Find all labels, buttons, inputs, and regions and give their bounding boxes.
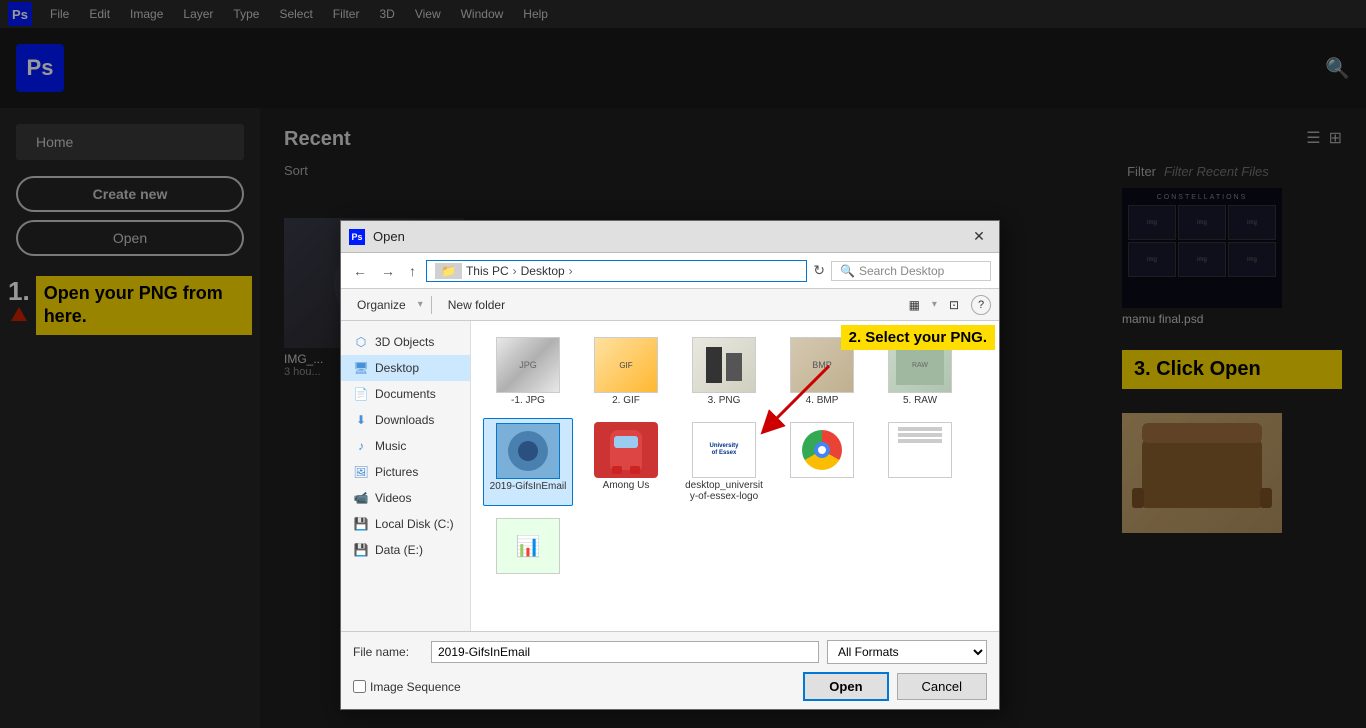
organize-button[interactable]: Organize — [349, 295, 414, 315]
files-grid: JPG -1. JPG GIF 2. GIF — [479, 329, 991, 582]
downloads-icon: ⬇ — [353, 412, 369, 428]
folder-icon: 📁 — [441, 264, 456, 278]
nav-downloads[interactable]: ⬇ Downloads — [341, 407, 470, 433]
dialog-nav: ⬡ 3D Objects 🖥 Desktop 📄 Documents ⬇ Dow… — [341, 321, 471, 631]
file-jpg[interactable]: JPG -1. JPG — [483, 333, 573, 410]
nav-music[interactable]: ♪ Music — [341, 433, 470, 459]
nav-videos-label: Videos — [375, 491, 411, 505]
file-among-us-name: Among Us — [603, 480, 650, 491]
path-this-pc: This PC — [466, 264, 509, 278]
view-mode-button1[interactable]: ▦ — [901, 295, 928, 315]
view-mode-button2[interactable]: ⊡ — [941, 295, 967, 315]
nav-3d-label: 3D Objects — [375, 335, 434, 349]
up-button[interactable]: ↑ — [405, 261, 420, 281]
nav-local-disk[interactable]: 💾 Local Disk (C:) — [341, 511, 470, 537]
file-jpg-name: -1. JPG — [511, 395, 545, 406]
nav-pictures[interactable]: 🖼 Pictures — [341, 459, 470, 485]
filename-input[interactable] — [431, 641, 819, 663]
file-gif-name: 2. GIF — [612, 395, 640, 406]
image-sequence-check[interactable]: Image Sequence — [353, 680, 461, 694]
file-essex[interactable]: Universityof Essex desktop_university-of… — [679, 418, 769, 506]
instruction2-arrow — [759, 361, 839, 441]
essex-icon: Universityof Essex — [692, 422, 756, 478]
file-gif[interactable]: GIF 2. GIF — [581, 333, 671, 410]
filename-row: File name: All Formats — [353, 640, 987, 664]
jpg-icon: JPG — [496, 337, 560, 393]
local-disk-icon: 💾 — [353, 516, 369, 532]
nav-3d-objects[interactable]: ⬡ 3D Objects — [341, 329, 470, 355]
file-gifs-email[interactable]: 2019-GifsInEmail — [483, 418, 573, 506]
organize-chevron: ▾ — [418, 299, 423, 310]
among-us-icon — [594, 422, 658, 478]
nav-documents[interactable]: 📄 Documents — [341, 381, 470, 407]
search-placeholder: Search Desktop — [859, 264, 944, 278]
gifs-email-icon — [496, 423, 560, 479]
address-path[interactable]: 📁 This PC › Desktop › — [426, 260, 807, 282]
dialog-titlebar: Ps Open ✕ — [341, 221, 999, 253]
dialog-cancel-button[interactable]: Cancel — [897, 673, 987, 700]
doc-icon — [888, 422, 952, 478]
nav-videos[interactable]: 📹 Videos — [341, 485, 470, 511]
dialog-title: Open — [373, 229, 967, 244]
dialog-bottom: File name: All Formats Image Sequence Op… — [341, 631, 999, 709]
documents-icon: 📄 — [353, 386, 369, 402]
file-among-us[interactable]: Among Us — [581, 418, 671, 506]
dialog-close-button[interactable]: ✕ — [967, 225, 991, 249]
data-e-icon: 💾 — [353, 542, 369, 558]
nav-music-label: Music — [375, 439, 406, 453]
png-icon — [692, 337, 756, 393]
nav-desktop[interactable]: 🖥 Desktop — [341, 355, 470, 381]
3d-icon: ⬡ — [353, 334, 369, 350]
dialog-files: 2. Select your PNG. JPG -1. JPG — [471, 321, 999, 631]
path-desktop: Desktop — [521, 264, 565, 278]
address-path-icon: 📁 — [435, 263, 462, 279]
pictures-icon: 🖼 — [353, 464, 369, 480]
instruction2-text: 2. Select your PNG. — [841, 325, 995, 350]
nav-documents-label: Documents — [375, 387, 436, 401]
music-icon: ♪ — [353, 438, 369, 454]
new-folder-button[interactable]: New folder — [440, 295, 513, 315]
file-doc[interactable] — [875, 418, 965, 506]
file-png-name: 3. PNG — [708, 395, 741, 406]
image-sequence-checkbox[interactable] — [353, 680, 366, 693]
file-png[interactable]: 3. PNG — [679, 333, 769, 410]
toolbar-separator1 — [431, 296, 432, 314]
nav-data-e-label: Data (E:) — [375, 543, 423, 557]
nav-pictures-label: Pictures — [375, 465, 418, 479]
refresh-button[interactable]: ↻ — [813, 262, 825, 279]
nav-local-disk-label: Local Disk (C:) — [375, 517, 454, 531]
gif-icon: GIF — [594, 337, 658, 393]
search-icon: 🔍 — [840, 264, 855, 278]
filename-label: File name: — [353, 645, 423, 659]
btn-row: Image Sequence Open Cancel — [353, 672, 987, 701]
nav-data-e[interactable]: 💾 Data (E:) — [341, 537, 470, 563]
nav-desktop-label: Desktop — [375, 361, 419, 375]
xls-icon: 📊 — [496, 518, 560, 574]
dialog-open-button[interactable]: Open — [803, 672, 888, 701]
dialog-body: ⬡ 3D Objects 🖥 Desktop 📄 Documents ⬇ Dow… — [341, 321, 999, 631]
file-essex-name: desktop_university-of-essex-logo — [683, 480, 765, 502]
search-box[interactable]: 🔍 Search Desktop — [831, 261, 991, 281]
open-dialog-overlay: Ps Open ✕ ← → ↑ 📁 This PC › Desktop › ↻ … — [0, 0, 1366, 728]
path-sep2: › — [569, 264, 573, 278]
videos-icon: 📹 — [353, 490, 369, 506]
forward-button[interactable]: → — [377, 261, 399, 281]
path-sep1: › — [513, 264, 517, 278]
file-gifs-email-name: 2019-GifsInEmail — [490, 481, 567, 492]
back-button[interactable]: ← — [349, 261, 371, 281]
dialog-toolbar: Organize ▾ New folder ▦ ▾ ⊡ ? — [341, 289, 999, 321]
view-chevron: ▾ — [932, 299, 937, 310]
dialog-ps-icon: Ps — [349, 229, 365, 245]
dialog-addressbar: ← → ↑ 📁 This PC › Desktop › ↻ 🔍 Search D… — [341, 253, 999, 289]
filetype-select[interactable]: All Formats — [827, 640, 987, 664]
open-dialog: Ps Open ✕ ← → ↑ 📁 This PC › Desktop › ↻ … — [340, 220, 1000, 710]
help-button[interactable]: ? — [971, 295, 991, 315]
image-sequence-label: Image Sequence — [370, 680, 461, 694]
file-raw-name: 5. RAW — [903, 395, 937, 406]
file-xls[interactable]: 📊 — [483, 514, 573, 578]
desktop-icon: 🖥 — [353, 360, 369, 376]
nav-downloads-label: Downloads — [375, 413, 434, 427]
toolbar-right: ▦ ▾ ⊡ ? — [901, 295, 991, 315]
